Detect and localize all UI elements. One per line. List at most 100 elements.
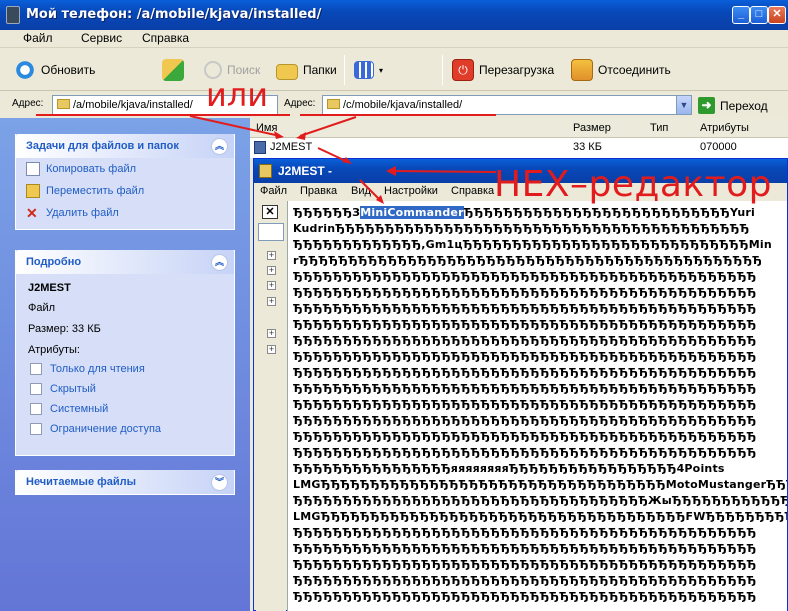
expand-icon[interactable]: ︾ bbox=[211, 474, 228, 491]
minimize-button[interactable]: _ bbox=[732, 6, 750, 24]
file-row-attrs: 070000 bbox=[700, 141, 737, 153]
disconnect-button[interactable]: Отсоединить bbox=[571, 58, 671, 82]
hex-menu-edit[interactable]: Правка bbox=[300, 185, 337, 197]
up-folder-icon bbox=[162, 59, 184, 81]
attr-system[interactable]: Системный bbox=[16, 399, 234, 419]
attr-system-label: Системный bbox=[50, 403, 109, 415]
details-panel-title: Подробно bbox=[26, 256, 82, 268]
views-button[interactable]: ▾ bbox=[354, 58, 383, 82]
move-file-label: Переместить файл bbox=[46, 185, 145, 197]
hex-line: ЂЂЂЂЂЂЂЂЂЂЂЂЂЂЂЂЂЂЂЂЂЂЂЂЂЂЂЂЂЂЂЂЂЂЂЂЂЂЂЂ… bbox=[293, 270, 757, 283]
hex-menu-help[interactable]: Справка bbox=[451, 185, 494, 197]
collapse-icon[interactable]: ︽ bbox=[211, 138, 228, 155]
hex-line: ЂЂЂЂЂЂЂЂЂЂЂЂЂЂЂЂЂЂЂЂЂЂЂЂЂЂЂЂЂЂЂЂЂЂЂЂЂЂЂЂ… bbox=[293, 318, 757, 331]
hex-line: ЂЂЂЂЂЂЂЂЂЂЂЂЂЂЂЂяяяяяяяяЂЂЂЂЂЂЂЂЂЂЂЂЂЂЂЂ… bbox=[293, 462, 725, 475]
tasks-panel-title: Задачи для файлов и папок bbox=[26, 140, 179, 152]
folder-icon bbox=[276, 63, 298, 80]
details-panel-header[interactable]: Подробно ︽ bbox=[16, 250, 234, 274]
hex-line: ЂЂЂЂЂЂЂЂЂЂЂЂЂЂЂЂЂЂЂЂЂЂЂЂЂЂЂЂЂЂЂЂЂЂЂЂЂЂЂЂ… bbox=[293, 446, 757, 459]
hex-editor-title: J2MEST - bbox=[278, 164, 333, 178]
attr-readonly[interactable]: Только для чтения bbox=[16, 359, 234, 379]
close-button[interactable]: ✕ bbox=[768, 6, 786, 24]
restart-label: Перезагрузка bbox=[479, 63, 555, 77]
hex-line: ЂЂЂЂЂЂЂЂЂЂЂЂЂ,Gm1цЂЂЂЂЂЂЂЂЂЂЂЂЂЂЂЂЂЂЂЂЂЂ… bbox=[293, 238, 772, 251]
window-title: Мой телефон: /a/mobile/kjava/installed/ bbox=[26, 7, 322, 22]
window-titlebar[interactable]: Мой телефон: /a/mobile/kjava/installed/ … bbox=[0, 0, 788, 30]
tree-pane: ✕ + + + + + + bbox=[256, 201, 286, 611]
checkbox[interactable] bbox=[30, 403, 42, 415]
unreadable-panel-header[interactable]: Нечитаемые файлы ︾ bbox=[16, 470, 234, 494]
disconnect-label: Отсоединить bbox=[598, 63, 671, 77]
task-pane: Задачи для файлов и папок ︽ Копировать ф… bbox=[0, 118, 250, 611]
power-icon: ⏻ bbox=[452, 59, 474, 81]
move-icon bbox=[26, 184, 40, 198]
up-folder-button[interactable] bbox=[162, 58, 184, 82]
hex-line: ЂЂЂЂЂЂЂЂЂЂЂЂЂЂЂЂЂЂЂЂЂЂЂЂЂЂЂЂЂЂЂЂЂЂЂЂЂЂЂЂ… bbox=[293, 558, 757, 571]
annotation-hex-editor: HEX–редактор bbox=[494, 164, 773, 205]
col-size[interactable]: Размер bbox=[573, 122, 611, 134]
hex-line: ЂЂЂЂЂЂЂЂЂЂЂЂЂЂЂЂЂЂЂЂЂЂЂЂЂЂЂЂЂЂЂЂЂЂЂЂЖыЂЂ… bbox=[293, 494, 787, 507]
col-type[interactable]: Тип bbox=[650, 122, 668, 134]
hex-view[interactable]: ЂЂЂЂЂЂЗMiniCommanderЂЂЂЂЂЂЂЂЂЂЂЂЂЂЂЂЂЂЂЂ… bbox=[287, 201, 787, 611]
file-row-size: 33 КБ bbox=[573, 141, 602, 153]
go-arrow-icon: ➜ bbox=[698, 97, 715, 114]
selected-text[interactable]: MiniCommander bbox=[360, 206, 464, 219]
delete-file-label: Удалить файл bbox=[46, 207, 119, 219]
address-bar: Адрес: /a/mobile/kjava/installed/ Адрес:… bbox=[0, 92, 788, 118]
views-icon bbox=[354, 61, 374, 79]
hex-line: ЂЂЂЂЂЂЂЂЂЂЂЂЂЂЂЂЂЂЂЂЂЂЂЂЂЂЂЂЂЂЂЂЂЂЂЂЂЂЂЂ… bbox=[293, 590, 757, 603]
col-name[interactable]: Имя bbox=[256, 122, 277, 134]
file-row-name: J2MEST bbox=[270, 141, 313, 153]
go-button[interactable]: ➜ Переход bbox=[698, 97, 768, 114]
expand-node-icon[interactable]: + bbox=[267, 345, 276, 354]
address-value-right: /c/mobile/kjava/installed/ bbox=[343, 99, 463, 111]
maximize-button[interactable]: □ bbox=[750, 6, 768, 24]
folder-icon bbox=[327, 99, 340, 109]
checkbox[interactable] bbox=[30, 363, 42, 375]
attr-access[interactable]: Ограничение доступа bbox=[16, 419, 234, 439]
collapse-icon[interactable]: ︽ bbox=[211, 254, 228, 271]
tree-field[interactable] bbox=[258, 223, 284, 241]
details-panel: Подробно ︽ J2MEST Файл Размер: 33 КБ Атр… bbox=[15, 250, 235, 456]
search-label: Поиск bbox=[227, 63, 261, 77]
col-attrs[interactable]: Атрибуты bbox=[700, 122, 749, 134]
folders-label: Папки bbox=[303, 63, 337, 77]
file-list: Имя Размер Тип Атрибуты J2MEST 33 КБ 070… bbox=[250, 118, 788, 158]
hex-menu-file[interactable]: Файл bbox=[260, 185, 287, 197]
checkbox[interactable] bbox=[30, 423, 42, 435]
hex-menu-settings[interactable]: Настройки bbox=[384, 185, 438, 197]
hex-line: ЂЂЂЂЂЂЂЂЂЂЂЂЂЂЂЂЂЂЂЂЂЂЂЂЂЂЂЂЂЂЂЂЂЂЂЂЂЂЂЂ… bbox=[293, 366, 757, 379]
expand-node-icon[interactable]: + bbox=[267, 329, 276, 338]
address-input-right[interactable]: /c/mobile/kjava/installed/ bbox=[322, 95, 678, 115]
attr-readonly-label: Только для чтения bbox=[50, 363, 145, 375]
menu-file[interactable]: Файл bbox=[23, 31, 53, 45]
hex-line: ЂЂЂЂЂЂЂЂЂЂЂЂЂЂЂЂЂЂЂЂЂЂЂЂЂЂЂЂЂЂЂЂЂЂЂЂЂЂЂЂ… bbox=[293, 334, 757, 347]
close-icon[interactable]: ✕ bbox=[262, 205, 278, 219]
menu-service[interactable]: Сервис bbox=[81, 31, 122, 45]
copy-file-label: Копировать файл bbox=[46, 163, 137, 175]
hex-line: KudrinЂЂЂЂЂЂЂЂЂЂЂЂЂЂЂЂЂЂЂЂЂЂЂЂЂЂЂЂЂЂЂЂЂЂ… bbox=[293, 222, 750, 235]
folders-button[interactable]: Папки bbox=[276, 58, 337, 82]
expand-node-icon[interactable]: + bbox=[267, 251, 276, 260]
address-dropdown-button[interactable]: ▼ bbox=[676, 95, 692, 115]
expand-node-icon[interactable]: + bbox=[267, 266, 276, 275]
file-row[interactable]: J2MEST 33 КБ 070000 bbox=[250, 139, 788, 157]
menu-help[interactable]: Справка bbox=[142, 31, 189, 45]
checkbox[interactable] bbox=[30, 383, 42, 395]
copy-file-task[interactable]: Копировать файл bbox=[16, 158, 234, 180]
move-file-task[interactable]: Переместить файл bbox=[16, 180, 234, 202]
attr-hidden[interactable]: Скрытый bbox=[16, 379, 234, 399]
expand-node-icon[interactable]: + bbox=[267, 297, 276, 306]
go-label: Переход bbox=[720, 98, 768, 113]
copy-icon bbox=[26, 162, 40, 176]
delete-file-task[interactable]: ✕ Удалить файл bbox=[16, 202, 234, 224]
delete-icon: ✕ bbox=[26, 205, 38, 221]
file-name: J2MEST bbox=[28, 282, 71, 294]
expand-node-icon[interactable]: + bbox=[267, 281, 276, 290]
hex-menu-view[interactable]: Вид bbox=[351, 185, 371, 197]
tasks-panel-header[interactable]: Задачи для файлов и папок ︽ bbox=[16, 134, 234, 158]
refresh-button[interactable]: Обновить bbox=[14, 58, 95, 82]
restart-button[interactable]: ⏻ Перезагрузка bbox=[452, 58, 554, 82]
file-type: Файл bbox=[28, 302, 56, 314]
hex-line: ЂЂЂЂЂЂЂЂЂЂЂЂЂЂЂЂЂЂЂЂЂЂЂЂЂЂЂЂЂЂЂЂЂЂЂЂЂЂЂЂ… bbox=[293, 382, 757, 395]
